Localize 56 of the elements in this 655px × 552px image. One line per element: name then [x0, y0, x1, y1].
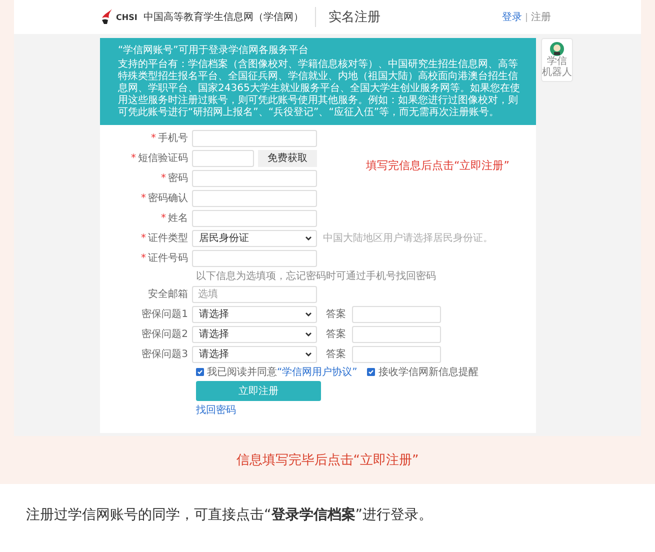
input-field[interactable] [192, 190, 317, 206]
field-label: * 姓名 [160, 212, 189, 225]
chevron-down-icon [305, 332, 312, 336]
header-link[interactable]: 注册 [531, 10, 551, 24]
field-label: * 短信验证码 [130, 152, 189, 165]
select-field[interactable]: 请选择 [192, 346, 317, 362]
chatbot-widget[interactable]: 学信 机器人 [541, 38, 573, 82]
banner-title: “学信网账号”可用于登录学信网各服务平台 [118, 44, 310, 57]
checkbox[interactable] [196, 368, 204, 376]
annotation-text: 填写完信息后点击“立即注册” [366, 158, 510, 173]
input-field[interactable] [352, 326, 441, 342]
input-field[interactable] [192, 130, 317, 146]
field-label: 密保问题1 [140, 308, 189, 321]
field-label: 答案 [326, 348, 346, 361]
field-label: * 证件类型 [140, 232, 189, 245]
input-field[interactable] [192, 210, 317, 226]
logo-icon [100, 9, 114, 25]
header-link[interactable]: 登录 [502, 10, 522, 24]
form-note: 以下信息为选填项，忘记密码时可通过手机号找回密码 [196, 270, 437, 283]
input-field[interactable] [352, 346, 441, 362]
field-hint: 中国大陆地区用户请选择居民身份证。 [323, 232, 493, 245]
input-field[interactable] [192, 150, 254, 166]
agreement-link[interactable]: “学信网用户协议” [277, 367, 358, 378]
input-field[interactable] [192, 170, 317, 186]
chevron-down-icon [305, 312, 312, 316]
widget-label: 学信 [547, 56, 567, 67]
field-label: 密保问题2 [140, 328, 189, 341]
chevron-down-icon [305, 236, 312, 240]
caption: 信息填写完毕后点击“立即注册” [236, 452, 419, 469]
footer-text: 注册过学信网账号的同学，可直接点击“登录学信档案”进行登录。 [26, 507, 433, 523]
logo-text: CHSI [116, 12, 138, 22]
checkbox-label: 我已阅读并同意“学信网用户协议” [207, 366, 358, 379]
site-name: 中国高等教育学生信息网（学信网） [143, 10, 304, 24]
input-field[interactable] [352, 306, 441, 322]
field-label: * 手机号 [150, 132, 189, 145]
field-label: 密保问题3 [140, 348, 189, 361]
field-label: * 证件号码 [140, 252, 189, 265]
field-label: 答案 [326, 328, 346, 341]
robot-icon [550, 42, 564, 56]
input-field[interactable] [192, 250, 317, 266]
input-field[interactable]: 选填 [192, 286, 317, 302]
checkbox-label: 接收学信网新信息提醒 [378, 366, 478, 379]
chevron-down-icon [305, 352, 312, 356]
checkbox[interactable] [367, 368, 376, 376]
get-code-button[interactable]: 免费获取 [258, 150, 317, 166]
field-label: * 密码确认 [140, 192, 189, 205]
page-title: 实名注册 [328, 9, 380, 26]
field-label: 答案 [326, 308, 346, 321]
find-password-link[interactable]: 找回密码 [196, 403, 536, 417]
widget-label: 机器人 [542, 67, 572, 78]
field-label: * 密码 [160, 172, 189, 185]
banner-text: 支持的平台有：学信档案（含图像校对、学籍信息核对等）、中国研究生招生信息网、高等特殊类型招生报名平台、全国征兵网、学信就业、内地（祖国大陆）高校面向港澳台招生信息网、学职平台、国家24365大学生就业服务平台、全国大学生创业服务网等。如果您在使用这些服务时注册过账号，则可凭此账号使用其他服务。例如：如果您进行过图像校对，则可凭此账号进行“研招网上报名”、“兵役登记”、“应征入伍”等，而无需再次注册账号。 [118, 59, 521, 119]
select-field[interactable]: 请选择 [192, 306, 317, 322]
select-field[interactable]: 请选择 [192, 326, 317, 342]
field-label: 安全邮箱 [147, 288, 189, 301]
select-field[interactable]: 居民身份证 [192, 230, 317, 246]
